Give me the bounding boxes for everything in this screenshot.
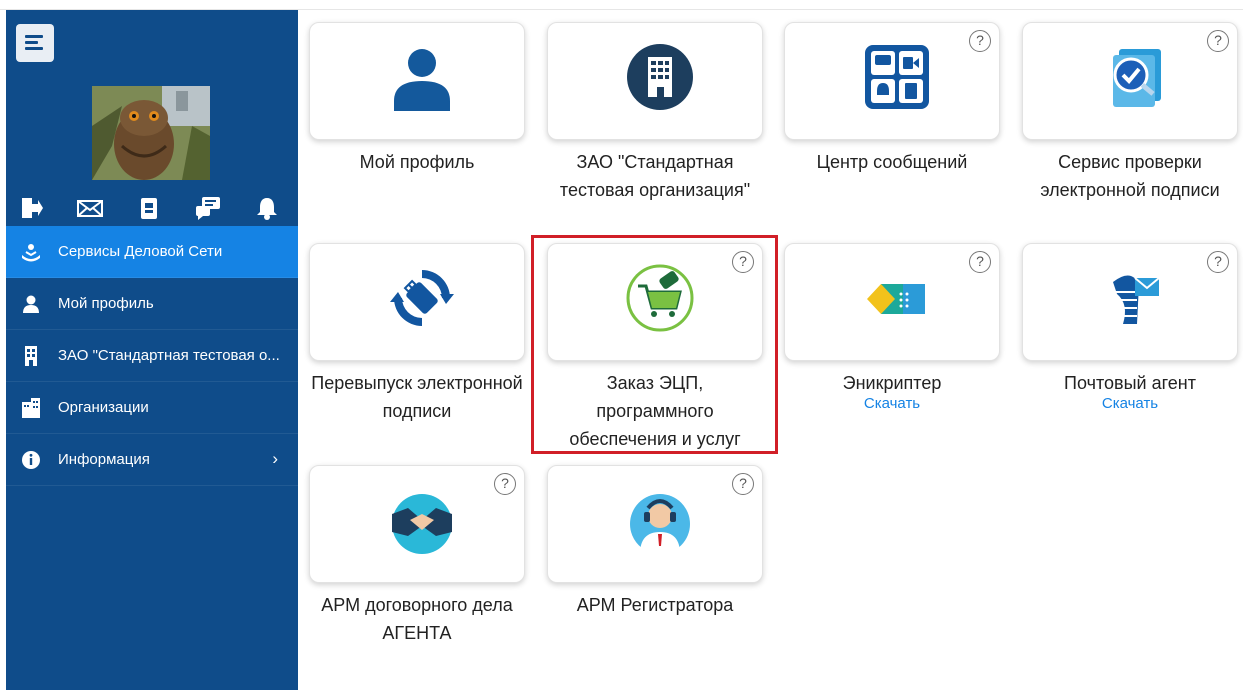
download-link[interactable]: Скачать — [1022, 395, 1238, 412]
bell-icon[interactable] — [254, 195, 282, 223]
service-card[interactable]: ? — [309, 465, 525, 583]
sidebar-item-label: Информация — [58, 451, 150, 468]
sidebar-item-profile[interactable]: Мой профиль — [6, 278, 298, 330]
sidebar-nav: Сервисы Деловой Сети Мой профиль ЗАО "Ст… — [6, 226, 298, 486]
sidebar-item-info[interactable]: Информация › — [6, 434, 298, 486]
service-label: Почтовый агент — [1064, 373, 1196, 393]
building-icon — [20, 345, 42, 367]
help-icon[interactable]: ? — [732, 473, 754, 495]
service-label: Центр сообщений — [816, 152, 968, 172]
service-card[interactable] — [309, 243, 525, 361]
service-label: АРМ Регистратора — [576, 595, 734, 615]
service-card[interactable]: ? — [1022, 22, 1238, 140]
service-card[interactable]: ? — [1022, 243, 1238, 361]
service-label: Сервис проверки электронной подписи — [1040, 152, 1220, 200]
handshake-services-icon — [20, 241, 42, 263]
service-tile-organization[interactable]: ЗАО "Стандартная тестовая организация" — [547, 22, 763, 204]
highlight-frame — [531, 235, 778, 454]
sidebar-item-label: Организации — [58, 399, 149, 416]
mail-icon[interactable] — [76, 195, 104, 223]
buildings-icon — [20, 397, 42, 419]
avatar — [92, 86, 210, 180]
user-icon — [20, 293, 42, 315]
service-card[interactable]: ? — [784, 22, 1000, 140]
chevron-right-icon: › — [272, 449, 278, 468]
download-link[interactable]: Скачать — [784, 395, 1000, 412]
sidebar-item-label: ЗАО "Стандартная тестовая о... — [58, 347, 280, 364]
building-icon — [627, 44, 693, 110]
service-tile-profile[interactable]: Мой профиль — [309, 22, 525, 176]
top-bar — [0, 0, 1243, 10]
contact-card-icon[interactable] — [136, 195, 164, 223]
sidebar-item-label: Мой профиль — [58, 295, 154, 312]
service-tile-contract-agent[interactable]: ? АРМ договорного дела АГЕНТА — [309, 465, 525, 647]
service-label: Эникриптер — [842, 373, 942, 393]
chat-icon[interactable] — [194, 195, 222, 223]
help-icon[interactable]: ? — [969, 251, 991, 273]
service-tile-reissue[interactable]: Перевыпуск электронной подписи — [309, 243, 525, 425]
reissue-token-icon — [390, 270, 454, 326]
help-icon[interactable]: ? — [969, 30, 991, 52]
service-card[interactable] — [547, 22, 763, 140]
service-label: Мой профиль — [359, 152, 475, 172]
enkripter-icon — [867, 284, 925, 314]
help-icon[interactable]: ? — [1207, 30, 1229, 52]
info-icon — [20, 449, 42, 471]
service-card[interactable] — [309, 22, 525, 140]
message-center-icon — [865, 45, 929, 109]
operator-icon — [630, 494, 690, 554]
service-label: Перевыпуск электронной подписи — [311, 373, 523, 421]
sidebar-item-organization[interactable]: ЗАО "Стандартная тестовая о... — [6, 330, 298, 382]
service-tile-registrar[interactable]: ? АРМ Регистратора — [547, 465, 763, 619]
service-tile-signature-check[interactable]: ? Сервис проверки электронной подписи — [1022, 22, 1238, 204]
user-icon — [394, 49, 450, 111]
signature-check-icon — [1113, 49, 1161, 107]
sidebar-item-organizations[interactable]: Организации — [6, 382, 298, 434]
handshake-icon — [392, 494, 452, 554]
service-label: АРМ договорного дела АГЕНТА — [321, 595, 513, 643]
service-card[interactable]: ? — [547, 465, 763, 583]
service-tile-message-center[interactable]: ? Центр сообщений — [784, 22, 1000, 176]
help-icon[interactable]: ? — [494, 473, 516, 495]
sidebar: Сервисы Деловой Сети Мой профиль ЗАО "Ст… — [6, 10, 298, 690]
sidebar-item-label: Сервисы Деловой Сети — [58, 243, 223, 260]
service-tile-enkripter[interactable]: ? Эникриптер Скачать — [784, 243, 1000, 412]
service-label: ЗАО "Стандартная тестовая организация" — [559, 152, 751, 200]
help-icon[interactable]: ? — [1207, 251, 1229, 273]
sidebar-item-services[interactable]: Сервисы Деловой Сети — [6, 226, 298, 278]
hamburger-icon[interactable] — [16, 24, 54, 62]
logout-icon[interactable] — [18, 195, 46, 223]
service-tile-mail-agent[interactable]: ? Почтовый агент Скачать — [1022, 243, 1238, 412]
service-card[interactable]: ? — [784, 243, 1000, 361]
mail-agent-icon — [1113, 275, 1160, 324]
